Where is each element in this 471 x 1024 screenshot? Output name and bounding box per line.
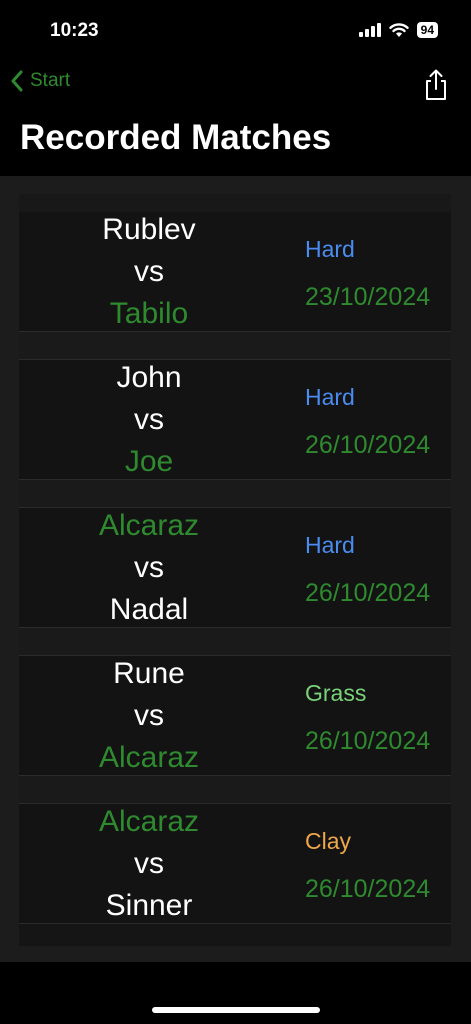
player-two-name: Sinner bbox=[105, 889, 193, 922]
match-players: Alcaraz vs Nadal bbox=[61, 508, 237, 628]
chevron-left-icon bbox=[11, 70, 23, 92]
match-row[interactable]: Rune vs Alcaraz Grass 26/10/2024 bbox=[19, 656, 451, 776]
match-players: Rune vs Alcaraz bbox=[61, 656, 237, 776]
match-row[interactable]: Rublev vs Tabilo Hard 23/10/2024 bbox=[19, 212, 451, 332]
share-button[interactable] bbox=[423, 68, 449, 102]
row-separator bbox=[19, 480, 451, 508]
player-two-name: Joe bbox=[124, 445, 174, 478]
match-meta: Hard 26/10/2024 bbox=[305, 530, 430, 608]
player-one-name: Rune bbox=[113, 657, 185, 690]
player-one-name: Alcaraz bbox=[98, 509, 200, 542]
match-date: 26/10/2024 bbox=[305, 579, 431, 607]
versus-label: vs bbox=[134, 551, 164, 584]
share-icon bbox=[426, 69, 446, 100]
player-one-name: Alcaraz bbox=[98, 805, 200, 838]
court-surface: Grass bbox=[305, 680, 367, 706]
player-one-name: John bbox=[116, 361, 182, 394]
court-surface: Hard bbox=[305, 532, 355, 558]
player-one-name: Rublev bbox=[102, 213, 196, 246]
versus-label: vs bbox=[134, 699, 164, 732]
versus-label: vs bbox=[134, 255, 164, 288]
player-two-name: Alcaraz bbox=[98, 741, 200, 774]
status-icons: 94 bbox=[358, 22, 438, 38]
match-row[interactable]: Alcaraz vs Nadal Hard 26/10/2024 bbox=[19, 508, 451, 628]
match-meta: Grass 26/10/2024 bbox=[305, 678, 430, 756]
row-separator bbox=[19, 776, 451, 804]
match-row[interactable]: John vs Joe Hard 26/10/2024 bbox=[19, 360, 451, 480]
match-date: 26/10/2024 bbox=[305, 431, 431, 459]
match-date: 26/10/2024 bbox=[305, 875, 431, 903]
back-button[interactable]: Start bbox=[10, 70, 70, 92]
status-bar: 10:23 94 bbox=[0, 0, 471, 56]
status-time: 10:23 bbox=[50, 20, 99, 41]
home-indicator[interactable] bbox=[152, 1007, 320, 1013]
match-date: 23/10/2024 bbox=[305, 283, 431, 311]
row-separator bbox=[19, 332, 451, 360]
court-surface: Hard bbox=[305, 236, 355, 262]
match-date: 26/10/2024 bbox=[305, 727, 431, 755]
match-players: John vs Joe bbox=[61, 360, 237, 480]
match-row[interactable]: Alcaraz vs Sinner Clay 26/10/2024 bbox=[19, 804, 451, 924]
row-separator bbox=[19, 628, 451, 656]
page-title: Recorded Matches bbox=[20, 118, 332, 157]
versus-label: vs bbox=[134, 403, 164, 436]
match-players: Rublev vs Tabilo bbox=[61, 212, 237, 332]
match-meta: Hard 26/10/2024 bbox=[305, 382, 430, 460]
versus-label: vs bbox=[134, 847, 164, 880]
player-two-name: Tabilo bbox=[109, 297, 189, 330]
back-button-label: Start bbox=[30, 70, 71, 91]
bottom-bar bbox=[0, 962, 471, 1024]
player-two-name: Nadal bbox=[109, 593, 189, 626]
match-players: Alcaraz vs Sinner bbox=[61, 804, 237, 924]
battery-icon: 94 bbox=[416, 22, 438, 38]
matches-list-container: Rublev vs Tabilo Hard 23/10/2024 John vs Joe Har… bbox=[0, 176, 471, 962]
court-surface: Hard bbox=[305, 384, 355, 410]
match-meta: Hard 23/10/2024 bbox=[305, 234, 430, 312]
matches-list[interactable]: Rublev vs Tabilo Hard 23/10/2024 John vs Joe Har… bbox=[19, 194, 451, 946]
wifi-icon bbox=[388, 22, 409, 37]
cellular-signal-icon bbox=[358, 23, 381, 37]
court-surface: Clay bbox=[305, 828, 352, 854]
match-meta: Clay 26/10/2024 bbox=[305, 826, 430, 904]
